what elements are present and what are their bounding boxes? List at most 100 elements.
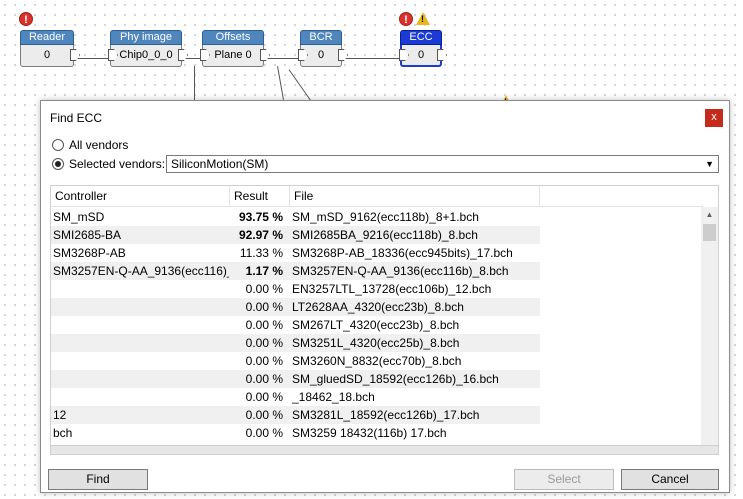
- table-row[interactable]: SMI2685-BA 92.97 % SMI2685BA_9216(ecc118b)…: [51, 226, 540, 244]
- dialog-title: Find ECC: [50, 111, 103, 125]
- node-ecc[interactable]: ECC 0: [399, 30, 447, 68]
- file-cell: SM3251L_4320(ecc25b)_8.bch: [292, 336, 460, 350]
- wire: [288, 69, 313, 103]
- result-cell: 0.00 %: [245, 300, 283, 314]
- node-value: 0: [298, 45, 348, 67]
- warning-icon: !: [416, 12, 430, 25]
- node-value-text: 0: [43, 49, 51, 61]
- output-port[interactable]: [178, 49, 188, 61]
- node-value-text: 0: [317, 49, 325, 61]
- table-header: Controller Result File: [51, 186, 703, 207]
- radio-selected-vendors[interactable]: Selected vendors:: [52, 156, 165, 172]
- table-row[interactable]: 0.00 % SM_gluedSD_18592(ecc126b)_16.bch: [51, 370, 540, 388]
- file-cell: EN3257LTL_13728(ecc106b)_12.bch: [292, 282, 492, 296]
- node-value-text: Chip0_0_0: [119, 49, 173, 61]
- column-header-controller[interactable]: Controller: [51, 186, 230, 207]
- file-cell: SM_gluedSD_18592(ecc126b)_16.bch: [292, 372, 499, 386]
- node-value: 0: [399, 45, 447, 67]
- result-cell: 0.00 %: [245, 426, 283, 440]
- wire: [277, 66, 284, 100]
- error-icon: !: [399, 12, 413, 26]
- controller-cell: SM_mSD: [53, 210, 105, 224]
- node-title: Phy image: [110, 30, 182, 45]
- node-bcr[interactable]: BCR 0: [298, 30, 348, 68]
- radio-all-vendors[interactable]: All vendors: [52, 137, 128, 153]
- column-header-file[interactable]: File: [290, 186, 540, 207]
- node-title: Reader: [20, 30, 74, 45]
- select-button[interactable]: Select: [514, 469, 614, 490]
- result-cell: 0.00 %: [245, 282, 283, 296]
- node-title: Offsets: [202, 30, 264, 45]
- result-cell: 1.17 %: [245, 264, 283, 278]
- wire: [194, 66, 195, 100]
- output-port[interactable]: [338, 49, 348, 61]
- input-port[interactable]: [108, 49, 118, 61]
- table-row[interactable]: 0.00 % SM3251L_4320(ecc25b)_8.bch: [51, 334, 540, 352]
- radio-icon[interactable]: [52, 158, 64, 170]
- cancel-button[interactable]: Cancel: [621, 469, 719, 490]
- result-cell: 0.00 %: [245, 336, 283, 350]
- scroll-up-icon[interactable]: ▲: [701, 207, 718, 223]
- controller-cell: SM3257EN-Q-AA_9136(ecc116)_8: [53, 264, 229, 278]
- output-port[interactable]: [437, 49, 447, 61]
- table-row[interactable]: SM3257EN-Q-AA_9136(ecc116)_8 1.17 % SM3257…: [51, 262, 540, 280]
- close-button[interactable]: x: [705, 109, 723, 127]
- node-value-text: Plane 0: [214, 49, 252, 61]
- node-title: BCR: [300, 30, 342, 45]
- table-row[interactable]: SM3268P-AB 11.33 % SM3268P-AB_18336(ecc945…: [51, 244, 540, 262]
- node-value: Plane 0: [200, 45, 270, 67]
- result-cell: 11.33 %: [239, 246, 283, 260]
- horizontal-scrollbar[interactable]: [50, 445, 719, 455]
- node-phy-image[interactable]: Phy image Chip0_0_0: [108, 30, 188, 68]
- controller-cell: 12: [53, 408, 67, 422]
- node-value: 0: [20, 45, 80, 67]
- node-reader[interactable]: Reader 0: [20, 30, 80, 68]
- table-row[interactable]: 0.00 % _18462_18.bch: [51, 388, 540, 406]
- controller-cell: SMI2685-BA: [53, 228, 122, 242]
- vendor-select-value: SiliconMotion(SM): [171, 157, 269, 171]
- result-cell: 92.97 %: [238, 228, 283, 242]
- file-cell: SM3257EN-Q-AA_9136(ecc116b)_8.bch: [292, 264, 509, 278]
- file-cell: SM3259 18432(116b) 17.bch: [292, 426, 447, 440]
- vendor-select[interactable]: SiliconMotion(SM) ▼: [166, 155, 719, 173]
- output-port[interactable]: [260, 49, 270, 61]
- node-offsets[interactable]: Offsets Plane 0: [200, 30, 270, 68]
- file-cell: _18462_18.bch: [292, 390, 375, 404]
- file-cell: SM3268P-AB_18336(ecc945bits)_17.bch: [292, 246, 513, 260]
- error-icon: !: [19, 12, 33, 26]
- results-table: Controller Result File SM_mSD 93.75 % SM_m…: [50, 185, 719, 455]
- chevron-down-icon[interactable]: ▼: [705, 156, 714, 172]
- table-row[interactable]: 12 0.00 % SM3281L_18592(ecc126b)_17.bch: [51, 406, 540, 424]
- table-row[interactable]: bch 0.00 % SM3259 18432(116b) 17.bch: [51, 424, 540, 442]
- wire: [265, 58, 301, 59]
- find-button[interactable]: Find: [48, 469, 148, 490]
- result-cell: 0.00 %: [245, 318, 283, 332]
- wire: [343, 58, 401, 59]
- table-row[interactable]: SM_mSD 93.75 % SM_mSD_9162(ecc118b)_8+1.bc…: [51, 208, 540, 226]
- table-row[interactable]: 0.00 % LT2628AA_4320(ecc23b)_8.bch: [51, 298, 540, 316]
- scroll-thumb[interactable]: [703, 224, 716, 241]
- controller-cell: bch: [53, 426, 73, 440]
- result-cell: 0.00 %: [245, 408, 283, 422]
- wire: [75, 58, 111, 59]
- output-port[interactable]: [70, 49, 80, 61]
- file-cell: LT2628AA_4320(ecc23b)_8.bch: [292, 300, 464, 314]
- table-row[interactable]: 0.00 % SM267LT_4320(ecc23b)_8.bch: [51, 316, 540, 334]
- node-title: ECC: [400, 30, 442, 45]
- input-port[interactable]: [298, 49, 308, 61]
- file-cell: SM_mSD_9162(ecc118b)_8+1.bch: [292, 210, 479, 224]
- input-port[interactable]: [399, 49, 409, 61]
- find-ecc-dialog: Find ECC x All vendors Selected vendors:…: [40, 100, 730, 493]
- node-value: Chip0_0_0: [108, 45, 188, 67]
- result-cell: 0.00 %: [245, 390, 283, 404]
- file-cell: SM267LT_4320(ecc23b)_8.bch: [292, 318, 460, 332]
- vertical-scrollbar[interactable]: ▲ ▼: [701, 207, 718, 454]
- result-cell: 0.00 %: [245, 354, 283, 368]
- controller-cell: SM3268P-AB: [53, 246, 126, 260]
- radio-icon[interactable]: [52, 139, 64, 151]
- table-row[interactable]: 0.00 % SM3260N_8832(ecc70b)_8.bch: [51, 352, 540, 370]
- radio-selected-label: Selected vendors:: [69, 157, 166, 171]
- column-header-result[interactable]: Result: [230, 186, 290, 207]
- input-port[interactable]: [200, 49, 210, 61]
- table-row[interactable]: 0.00 % EN3257LTL_13728(ecc106b)_12.bch: [51, 280, 540, 298]
